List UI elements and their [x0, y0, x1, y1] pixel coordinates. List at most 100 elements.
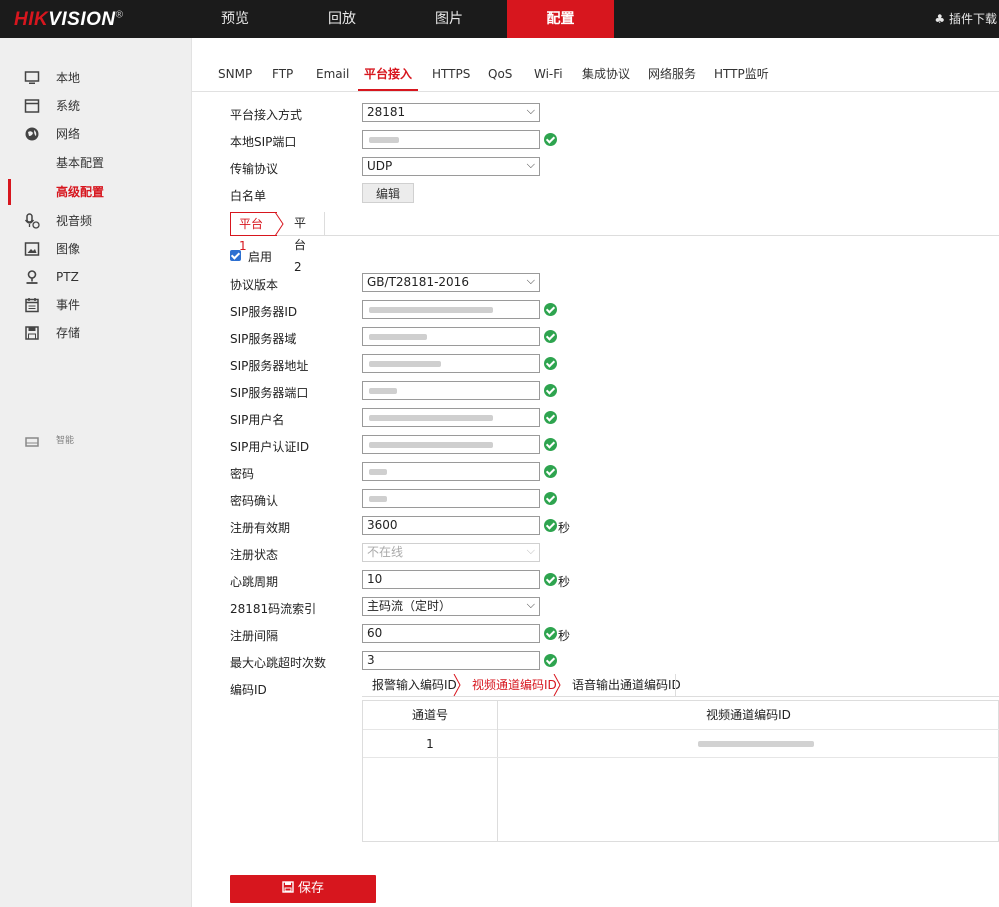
access-mode-label: 平台接入方式: [230, 108, 303, 122]
sidebar-item-video-audio[interactable]: 视音频: [0, 208, 191, 234]
save-icon: [282, 881, 294, 893]
main-content: SNMP FTP Email 平台接入 HTTPS QoS Wi-Fi 集成协议…: [192, 38, 999, 907]
sip-server-addr-input[interactable]: [362, 354, 540, 373]
unit-seconds: 秒: [558, 521, 571, 535]
tab-platform-1[interactable]: 平台1: [230, 212, 277, 253]
divider: [230, 235, 999, 236]
tab-audio-output-id[interactable]: 语音输出通道编码ID: [572, 674, 681, 696]
sip-server-id-input[interactable]: [362, 300, 540, 319]
max-timeout-label: 最大心跳超时次数: [230, 656, 327, 670]
plugin-download[interactable]: ♣ 插件下载: [934, 0, 997, 38]
event-icon: [25, 298, 39, 313]
check-icon: [544, 384, 557, 397]
chevron-right-icon: [453, 674, 461, 696]
sip-auth-label: SIP用户认证ID: [230, 440, 310, 454]
encode-id-table: 通道号 视频通道编码ID 1: [362, 700, 999, 842]
sip-server-port-label: SIP服务器端口: [230, 386, 309, 400]
sip-auth-input[interactable]: [362, 435, 540, 454]
logo: HIKVISION®: [14, 9, 124, 30]
check-icon: [544, 357, 557, 370]
reg-valid-label: 注册有效期: [230, 521, 291, 535]
check-icon: [544, 519, 557, 532]
sidebar-item-storage[interactable]: 存储: [0, 320, 191, 346]
password-input[interactable]: [362, 462, 540, 481]
enable-checkbox[interactable]: [230, 250, 241, 261]
tab-email[interactable]: Email: [316, 68, 349, 121]
sidebar-item-image[interactable]: 图像: [0, 236, 191, 262]
sidebar-item-network[interactable]: 网络: [0, 121, 191, 147]
tab-network-service[interactable]: 网络服务: [648, 68, 696, 121]
stream-index-label: 28181码流索引: [230, 602, 317, 616]
image-icon: [24, 242, 40, 256]
ptz-icon: [26, 270, 38, 284]
reg-valid-input[interactable]: 3600: [362, 516, 540, 535]
password-confirm-label: 密码确认: [230, 494, 279, 508]
max-timeout-input[interactable]: 3: [362, 651, 540, 670]
system-icon: [24, 99, 40, 113]
sidebar-item-system[interactable]: 系统: [0, 93, 191, 119]
whitelist-label: 白名单: [230, 189, 267, 203]
tab-integration-protocol[interactable]: 集成协议: [582, 68, 630, 121]
col-header-video-id: 视频通道编码ID: [706, 708, 791, 722]
sip-server-domain-label: SIP服务器域: [230, 332, 297, 346]
globe-icon: [25, 127, 39, 141]
protocol-select[interactable]: GB/T28181-2016: [362, 272, 540, 292]
transport-select[interactable]: UDP: [362, 156, 540, 176]
sidebar-item-advanced-config[interactable]: 高级配置: [0, 179, 191, 205]
check-icon: [544, 411, 557, 424]
table-cell-video-id: [698, 741, 814, 747]
enable-label: 启用: [248, 250, 273, 264]
sidebar-item-ptz[interactable]: PTZ: [0, 264, 191, 290]
tab-alarm-input-id[interactable]: 报警输入编码ID: [372, 674, 457, 696]
tab-bar: SNMP FTP Email 平台接入 HTTPS QoS Wi-Fi 集成协议…: [192, 38, 999, 92]
sip-user-label: SIP用户名: [230, 413, 285, 427]
nav-configuration[interactable]: 配置: [507, 0, 614, 38]
password-confirm-input[interactable]: [362, 489, 540, 508]
transport-label: 传输协议: [230, 162, 279, 176]
sip-server-port-input[interactable]: [362, 381, 540, 400]
tab-http-listen[interactable]: HTTP监听: [714, 68, 769, 121]
sip-server-domain-input[interactable]: [362, 327, 540, 346]
reg-interval-input[interactable]: 60: [362, 624, 540, 643]
check-icon: [544, 627, 557, 640]
edit-whitelist-button[interactable]: 编辑: [362, 183, 414, 203]
password-label: 密码: [230, 467, 255, 481]
sip-user-input[interactable]: [362, 408, 540, 427]
unit-seconds: 秒: [558, 575, 571, 589]
stream-index-select[interactable]: 主码流（定时）: [362, 596, 540, 616]
nav-playback[interactable]: 回放: [312, 0, 372, 38]
storage-icon: [25, 326, 39, 340]
save-button[interactable]: 保存: [230, 875, 376, 903]
sip-server-id-label: SIP服务器ID: [230, 305, 298, 319]
encode-id-label: 编码ID: [230, 683, 267, 697]
top-bar: HIKVISION® 预览 回放 图片 配置 ♣ 插件下载: [0, 0, 999, 38]
sidebar-item-local[interactable]: 本地: [0, 65, 191, 91]
tab-video-channel-id[interactable]: 视频通道编码ID: [472, 674, 557, 696]
heartbeat-input[interactable]: 10: [362, 570, 540, 589]
sidebar: 本地 系统 网络 基本配置 高级配置 视音频 图像 PTZ 事件 存储 智能: [0, 38, 192, 907]
reg-status-select: 不在线: [362, 542, 540, 562]
nav-picture[interactable]: 图片: [419, 0, 479, 38]
col-header-channel: 通道号: [411, 708, 448, 722]
chevron-right-icon: [274, 212, 284, 236]
sip-port-label: 本地SIP端口: [230, 135, 297, 149]
check-icon: [544, 330, 557, 343]
sip-port-input[interactable]: [362, 130, 540, 149]
check-icon: [544, 492, 557, 505]
heartbeat-label: 心跳周期: [230, 575, 279, 589]
sip-server-addr-label: SIP服务器地址: [230, 359, 309, 373]
check-icon: [544, 654, 557, 667]
sidebar-item-event[interactable]: 事件: [0, 292, 191, 318]
nav-preview[interactable]: 预览: [205, 0, 265, 38]
monitor-icon: [24, 71, 40, 84]
tab-platform-2[interactable]: 平台2: [286, 212, 314, 274]
mic-icon: [24, 213, 40, 229]
check-icon: [544, 133, 557, 146]
check-icon: [544, 465, 557, 478]
access-mode-select[interactable]: 28181: [362, 102, 540, 122]
sidebar-item-basic-config[interactable]: 基本配置: [0, 150, 191, 176]
unit-seconds: 秒: [558, 629, 571, 643]
smart-icon: [25, 437, 39, 447]
encode-id-tabs: 报警输入编码ID 视频通道编码ID 语音输出通道编码ID: [362, 674, 999, 697]
sidebar-item-smart[interactable]: 智能: [0, 428, 191, 454]
